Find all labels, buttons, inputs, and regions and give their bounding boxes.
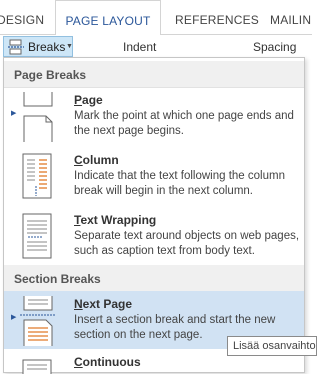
page-break-icon xyxy=(23,92,53,142)
breaks-icon xyxy=(8,39,24,55)
menu-item-description: Mark the point at which one page ends an… xyxy=(74,110,294,137)
section-header-page-breaks: Page Breaks xyxy=(4,61,304,88)
continuous-icon xyxy=(22,359,52,374)
text-wrapping-icon xyxy=(22,213,52,259)
menu-item-page[interactable]: ▶ Page Mark the point at which one page … xyxy=(4,87,304,147)
menu-item-title: Next Page xyxy=(74,297,133,311)
tab-references[interactable]: REFERENCES xyxy=(175,0,259,34)
breaks-dropdown-menu: Page Breaks ▶ Page Mark the point at whi… xyxy=(3,57,305,374)
tab-mailings[interactable]: MAILIN xyxy=(270,0,311,34)
menu-item-title: Continuous xyxy=(74,355,141,369)
tab-page-layout[interactable]: PAGE LAYOUT xyxy=(55,0,161,36)
menu-item-description: Separate text around objects on web page… xyxy=(74,230,300,257)
section-header-section-breaks: Section Breaks xyxy=(4,265,304,292)
menu-item-text-wrapping[interactable]: Text Wrapping Separate text around objec… xyxy=(4,207,304,267)
menu-item-description: Indicate that the text following the col… xyxy=(74,170,285,197)
arrow-marker-icon: ▶ xyxy=(11,110,17,117)
column-break-icon xyxy=(22,153,52,199)
tab-design[interactable]: DESIGN xyxy=(0,0,44,34)
chevron-down-icon: ▼ xyxy=(66,43,73,50)
menu-item-title: Page xyxy=(74,93,103,107)
menu-item-title: Text Wrapping xyxy=(74,213,157,227)
ribbon-tabs: DESIGN PAGE LAYOUT REFERENCES MAILIN xyxy=(0,0,312,36)
tooltip: Lisää osanvaihto xyxy=(227,336,317,356)
arrow-marker-icon: ▶ xyxy=(11,314,17,321)
menu-item-title: Column xyxy=(74,153,119,167)
spacing-label: Spacing xyxy=(253,40,297,54)
indent-label: Indent xyxy=(123,40,157,54)
next-page-icon xyxy=(20,296,56,346)
menu-item-column[interactable]: Column Indicate that the text following … xyxy=(4,147,304,207)
breaks-label: Breaks xyxy=(28,40,66,54)
breaks-button[interactable]: Breaks ▼ xyxy=(3,36,73,57)
